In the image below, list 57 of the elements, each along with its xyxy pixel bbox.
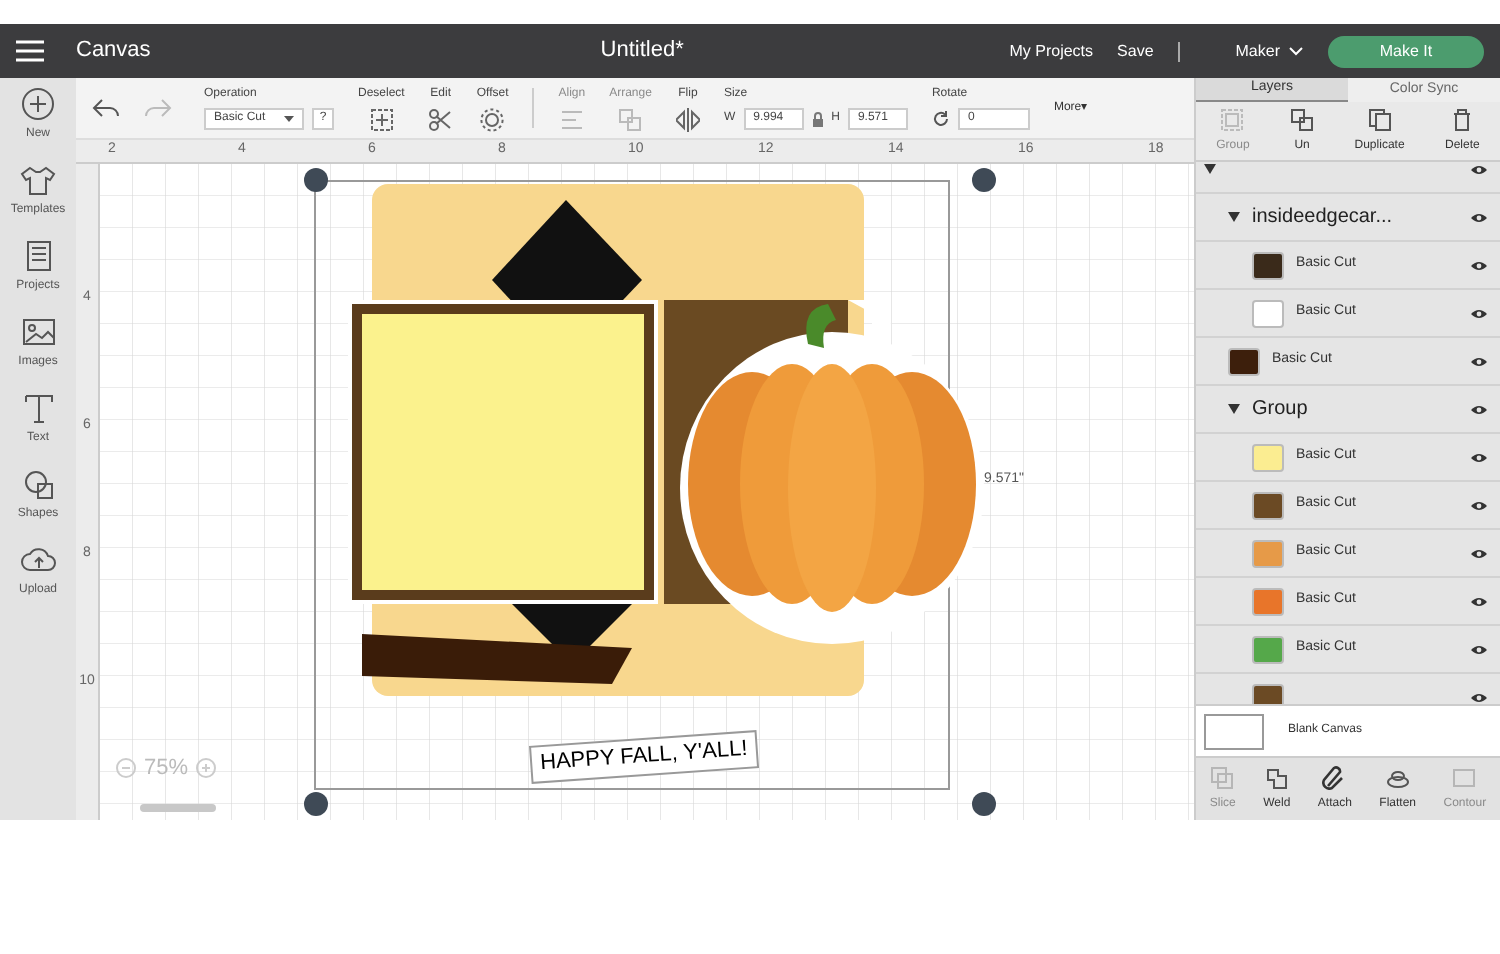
caret-icon[interactable]: [1204, 164, 1216, 174]
deselect-icon: [369, 107, 394, 131]
layer-group-row[interactable]: Group: [1196, 386, 1500, 434]
caret-icon[interactable]: [1228, 404, 1240, 414]
resize-handle-icon[interactable]: [304, 792, 328, 816]
top-link[interactable]: Save: [1117, 39, 1154, 63]
trash-icon: [1450, 107, 1475, 131]
eye-icon[interactable]: [1470, 259, 1488, 271]
shapes-icon: [19, 466, 56, 502]
letter-t-icon: [20, 390, 56, 426]
align-icon: [559, 107, 584, 131]
machine-dropdown[interactable]: Maker: [1235, 39, 1304, 63]
eye-icon[interactable]: [1470, 451, 1488, 463]
eye-icon[interactable]: [1470, 499, 1488, 511]
eye-icon[interactable]: [1470, 163, 1488, 175]
eye-icon[interactable]: [1470, 691, 1488, 703]
eye-icon[interactable]: [1470, 595, 1488, 607]
shirt-icon: [19, 162, 56, 198]
paperclip-icon: [1322, 765, 1347, 789]
image-icon: [20, 314, 56, 350]
rotate-icon: [931, 110, 950, 128]
flatten-icon: [1385, 765, 1410, 789]
caret-icon: [284, 116, 294, 122]
flip-icon: [675, 107, 700, 131]
caret-icon[interactable]: [1228, 212, 1240, 222]
lock-icon[interactable]: [811, 111, 824, 127]
app-title: Canvas: [76, 36, 151, 67]
eye-icon[interactable]: [1470, 211, 1488, 223]
slice-icon: [1210, 765, 1235, 789]
duplicate-icon: [1367, 107, 1392, 131]
eye-icon[interactable]: [1470, 643, 1488, 655]
arrange-icon: [618, 107, 643, 131]
plus-circle-icon: [20, 86, 56, 122]
blank-canvas-swatch[interactable]: [1204, 713, 1264, 749]
document-title: Untitled*: [600, 36, 684, 67]
scissors-icon: [428, 107, 453, 131]
group-name: insideedgecar...: [1252, 204, 1393, 232]
menu-icon[interactable]: [16, 40, 44, 62]
offset-icon: [480, 107, 505, 131]
group-icon: [1220, 107, 1245, 131]
zoom-level: 75%: [144, 754, 189, 784]
eye-icon[interactable]: [1470, 547, 1488, 559]
top-link[interactable]: My Projects: [1009, 39, 1094, 63]
scrollbar-thumb[interactable]: [140, 804, 216, 812]
chevron-down-icon: [1288, 46, 1304, 56]
weld-icon: [1264, 765, 1289, 789]
eye-icon[interactable]: [1470, 403, 1488, 415]
resize-handle-icon[interactable]: [972, 792, 996, 816]
layer-group-row[interactable]: insideedgecar...: [1196, 194, 1500, 242]
eye-icon[interactable]: [1470, 355, 1488, 367]
resize-handle-icon[interactable]: [304, 168, 328, 192]
undo-icon[interactable]: [92, 98, 120, 118]
eye-icon[interactable]: [1470, 307, 1488, 319]
contour-icon: [1452, 765, 1477, 789]
group-name: Group: [1252, 396, 1308, 424]
ungroup-icon: [1290, 107, 1315, 131]
resize-handle-icon[interactable]: [972, 168, 996, 192]
